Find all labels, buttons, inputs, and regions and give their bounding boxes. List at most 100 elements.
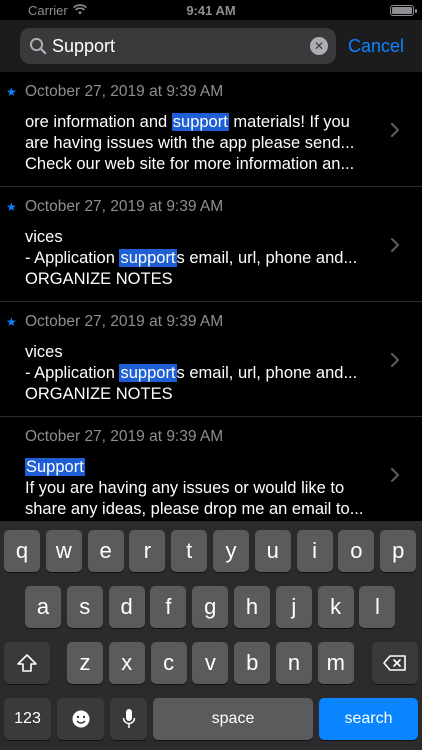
- snippet-text: - Application: [25, 249, 120, 267]
- key-p[interactable]: p: [380, 530, 417, 572]
- emoji-key[interactable]: [57, 698, 104, 740]
- search-header: ✕ Cancel: [0, 20, 422, 72]
- clear-search-icon[interactable]: ✕: [310, 37, 328, 55]
- keyboard-row: 123 space search: [0, 698, 422, 740]
- chevron-right-icon: [390, 122, 400, 138]
- search-icon: [28, 36, 48, 56]
- key-g[interactable]: g: [192, 586, 229, 628]
- search-field[interactable]: ✕: [20, 28, 336, 64]
- snippet-text: s email, url, phone and...: [176, 364, 358, 382]
- cancel-button[interactable]: Cancel: [348, 36, 404, 57]
- key-z[interactable]: z: [67, 642, 103, 684]
- key-b[interactable]: b: [234, 642, 271, 684]
- delete-key[interactable]: [372, 642, 418, 684]
- result-snippet-line: share any ideas, please drop me an email…: [25, 499, 382, 520]
- key-s[interactable]: s: [66, 586, 103, 628]
- result-item[interactable]: ★ October 27, 2019 at 9:39 AM ore informat…: [0, 72, 422, 187]
- result-snippet-line: ORGANIZE NOTES: [25, 384, 382, 405]
- keyboard-row: zxcvbnm: [0, 642, 422, 684]
- search-results-list: ★ October 27, 2019 at 9:39 AM ore informat…: [0, 72, 422, 530]
- search-match-highlight: support: [171, 113, 229, 131]
- result-snippet-line: - Application supports email, url, phone…: [25, 248, 382, 269]
- snippet-text: ORGANIZE NOTES: [25, 270, 173, 288]
- unread-star-icon: ★: [6, 85, 17, 99]
- key-e[interactable]: e: [87, 530, 124, 572]
- result-date: October 27, 2019 at 9:39 AM: [25, 428, 224, 445]
- snippet-text: ORGANIZE NOTES: [25, 385, 173, 403]
- battery-icon: [390, 4, 417, 16]
- chevron-right-icon: [390, 467, 400, 483]
- key-i[interactable]: i: [296, 530, 333, 572]
- snippet-text: vices: [25, 228, 63, 246]
- numbers-key[interactable]: 123: [4, 698, 51, 740]
- snippet-text: ore information and: [25, 113, 172, 131]
- key-f[interactable]: f: [150, 586, 187, 628]
- wifi-icon: [72, 3, 87, 18]
- search-input[interactable]: [52, 35, 310, 57]
- key-o[interactable]: o: [338, 530, 375, 572]
- snippet-text: - Application: [25, 364, 120, 382]
- key-m[interactable]: m: [317, 642, 354, 684]
- carrier-label: Carrier: [28, 2, 68, 18]
- key-h[interactable]: h: [234, 586, 270, 628]
- snippet-text: If you are having any issues or would li…: [25, 479, 345, 497]
- key-v[interactable]: v: [192, 642, 229, 684]
- key-r[interactable]: r: [129, 530, 166, 572]
- delete-icon: [383, 655, 406, 671]
- snippet-text: are having issues with the app please se…: [25, 134, 355, 152]
- search-key[interactable]: search: [319, 698, 418, 740]
- snippet-text: s email, url, phone and...: [176, 249, 358, 267]
- snippet-text: vices: [25, 343, 63, 361]
- shift-icon: [17, 654, 37, 672]
- space-key[interactable]: space: [153, 698, 313, 740]
- emoji-icon: [72, 710, 89, 728]
- key-q[interactable]: q: [4, 530, 40, 572]
- carrier-group: Carrier: [28, 3, 87, 18]
- key-j[interactable]: j: [275, 586, 312, 628]
- search-match-highlight: support: [119, 249, 177, 267]
- result-date: October 27, 2019 at 9:39 AM: [25, 313, 224, 330]
- result-snippet-line: are having issues with the app please se…: [25, 133, 382, 154]
- result-date: October 27, 2019 at 9:39 AM: [25, 198, 224, 215]
- result-snippet-line: Check our web site for more information …: [25, 154, 382, 175]
- result-snippet-line: Support: [25, 457, 382, 478]
- status-bar: Carrier 9:41 AM: [0, 0, 422, 20]
- result-snippet-line: ore information and support materials! I…: [25, 112, 382, 133]
- key-y[interactable]: y: [213, 530, 249, 572]
- chevron-right-icon: [390, 352, 400, 368]
- search-match-highlight: Support: [25, 458, 85, 476]
- key-w[interactable]: w: [45, 530, 82, 572]
- unread-star-icon: ★: [6, 200, 17, 214]
- result-snippet-line: ORGANIZE NOTES: [25, 269, 382, 290]
- battery-level: [392, 6, 412, 14]
- result-snippet-line: vices: [25, 342, 382, 363]
- key-n[interactable]: n: [276, 642, 312, 684]
- key-t[interactable]: t: [171, 530, 208, 572]
- keyboard-row: asdfghjkl: [0, 586, 422, 628]
- key-x[interactable]: x: [108, 642, 145, 684]
- chevron-right-icon: [390, 237, 400, 253]
- key-k[interactable]: k: [317, 586, 354, 628]
- key-u[interactable]: u: [254, 530, 291, 572]
- snippet-text: materials! If you: [228, 113, 350, 131]
- result-item[interactable]: ★ October 27, 2019 at 9:39 AM vices - Appli…: [0, 187, 422, 302]
- shift-key[interactable]: [4, 642, 50, 684]
- result-snippet-line: - Application supports email, url, phone…: [25, 363, 382, 384]
- snippet-text: share any ideas, please drop me an email…: [25, 500, 364, 518]
- dictation-key[interactable]: [110, 698, 147, 740]
- result-snippet-line: vices: [25, 227, 382, 248]
- key-c[interactable]: c: [150, 642, 187, 684]
- key-a[interactable]: a: [25, 586, 61, 628]
- snippet-text: Check our web site for more information …: [25, 155, 355, 173]
- search-match-highlight: support: [119, 364, 177, 382]
- result-item[interactable]: October 27, 2019 at 9:39 AM Support If you…: [0, 417, 422, 530]
- microphone-icon: [122, 709, 135, 728]
- result-item[interactable]: ★ October 27, 2019 at 9:39 AM vices - Appli…: [0, 302, 422, 417]
- key-l[interactable]: l: [359, 586, 396, 628]
- key-d[interactable]: d: [108, 586, 145, 628]
- result-snippet-line: If you are having any issues or would li…: [25, 478, 382, 499]
- result-date: October 27, 2019 at 9:39 AM: [25, 83, 224, 100]
- keyboard-row: qwertyuiop: [0, 530, 422, 572]
- keyboard: q w e r t y u i o p a s d f g h j k l z x c v b n m 123 space search: [0, 521, 422, 750]
- unread-star-icon: ★: [6, 315, 17, 329]
